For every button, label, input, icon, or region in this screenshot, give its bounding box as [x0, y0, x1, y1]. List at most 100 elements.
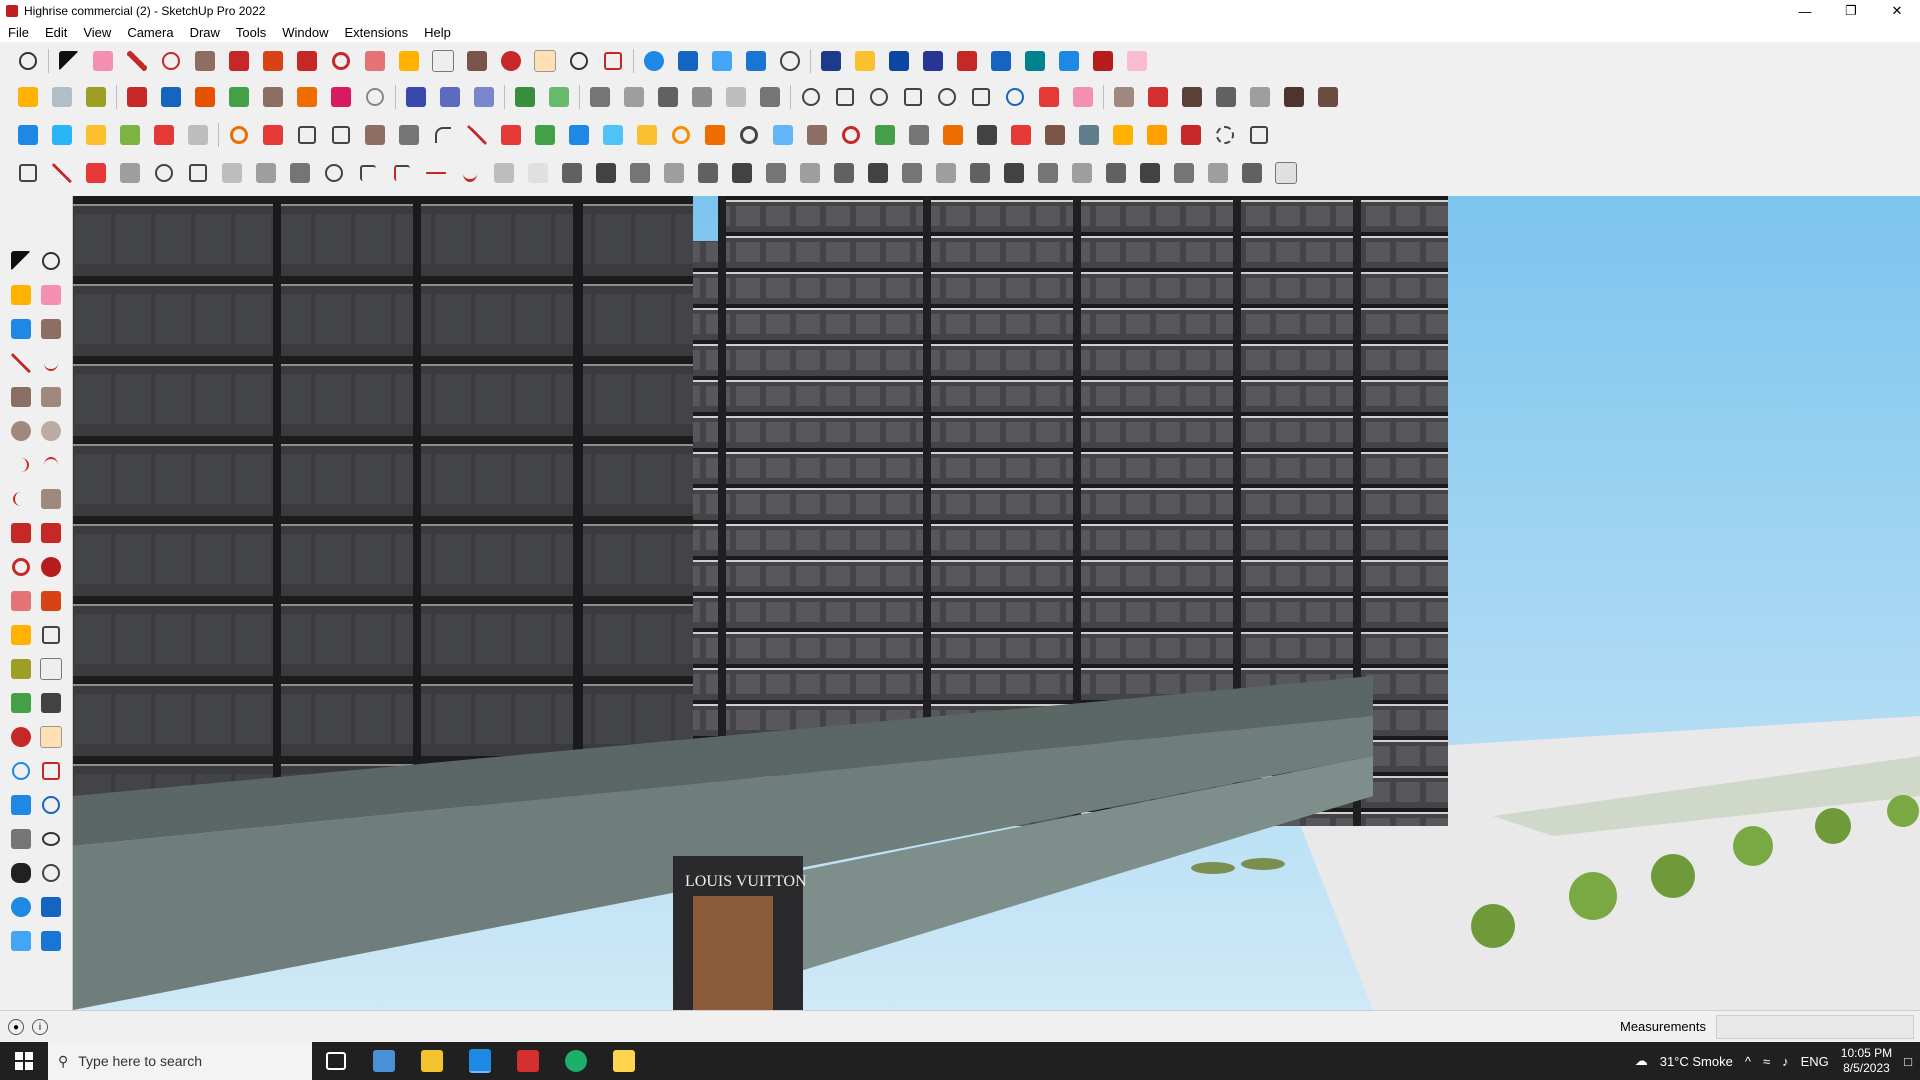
cross-red-icon[interactable]: [497, 121, 525, 149]
rectangle-icon[interactable]: [191, 47, 219, 75]
draw-22-icon[interactable]: [728, 159, 756, 187]
draw-33-icon[interactable]: [1102, 159, 1130, 187]
extension-7-icon[interactable]: [1021, 47, 1049, 75]
position-camera-icon[interactable]: [6, 822, 36, 856]
acrobat-icon[interactable]: [504, 1042, 552, 1080]
zoom-tool-icon[interactable]: [6, 754, 36, 788]
pipe-icon[interactable]: [395, 121, 423, 149]
protractor-tool-icon[interactable]: [6, 652, 36, 686]
file-explorer-icon[interactable]: [408, 1042, 456, 1080]
draw-20-icon[interactable]: [660, 159, 688, 187]
draw-9-icon[interactable]: [286, 159, 314, 187]
axes-tool-icon[interactable]: [6, 686, 36, 720]
menu-window[interactable]: Window: [274, 25, 336, 40]
fredo-scale-4-icon[interactable]: [225, 83, 253, 111]
draw-15-icon[interactable]: [490, 159, 518, 187]
sections-panel-icon[interactable]: [36, 924, 66, 958]
section-plane-2-icon[interactable]: [436, 83, 464, 111]
scale-icon[interactable]: [361, 47, 389, 75]
square-red-icon[interactable]: [259, 121, 287, 149]
look-around-icon[interactable]: [36, 822, 66, 856]
shape-tool-7-icon[interactable]: [1001, 83, 1029, 111]
draw-32-icon[interactable]: [1068, 159, 1096, 187]
material-1-icon[interactable]: [1110, 83, 1138, 111]
tool-e-icon[interactable]: [1007, 121, 1035, 149]
draw-11-icon[interactable]: [354, 159, 382, 187]
joint-push-pull-3-icon[interactable]: [82, 121, 110, 149]
tool-j-icon[interactable]: [1177, 121, 1205, 149]
polygon-tool-icon[interactable]: [36, 414, 66, 448]
extension-3-icon[interactable]: [885, 47, 913, 75]
extension-10-icon[interactable]: [1123, 47, 1151, 75]
material-5-icon[interactable]: [1246, 83, 1274, 111]
section-plane-tool-icon[interactable]: [36, 856, 66, 890]
minimize-icon[interactable]: —: [1782, 0, 1828, 22]
language-indicator[interactable]: ENG: [1801, 1054, 1829, 1069]
rotate-tool-icon[interactable]: [6, 550, 36, 584]
menu-camera[interactable]: Camera: [119, 25, 181, 40]
extension-2-icon[interactable]: [851, 47, 879, 75]
extension-5-icon[interactable]: [953, 47, 981, 75]
weather-text[interactable]: 31°C Smoke: [1660, 1054, 1733, 1069]
joint-push-pull-6-icon[interactable]: [184, 121, 212, 149]
extension-1-icon[interactable]: [817, 47, 845, 75]
calculator-icon[interactable]: [360, 1042, 408, 1080]
draw-26-icon[interactable]: [864, 159, 892, 187]
draw-31-icon[interactable]: [1034, 159, 1062, 187]
menu-file[interactable]: File: [0, 25, 37, 40]
tool-c-icon[interactable]: [939, 121, 967, 149]
material-3-icon[interactable]: [1178, 83, 1206, 111]
section-plane-3-icon[interactable]: [470, 83, 498, 111]
undo-red-icon[interactable]: [837, 121, 865, 149]
extension-4-icon[interactable]: [919, 47, 947, 75]
shape-tool-1-icon[interactable]: [797, 83, 825, 111]
draw-25-icon[interactable]: [830, 159, 858, 187]
shape-tool-8-icon[interactable]: [1035, 83, 1063, 111]
pencil-icon[interactable]: [123, 47, 151, 75]
pan-tool-icon[interactable]: [36, 720, 66, 754]
view-back-icon[interactable]: [722, 83, 750, 111]
rotated-rectangle-icon[interactable]: [36, 380, 66, 414]
make-component-icon[interactable]: [36, 244, 66, 278]
sections-icon[interactable]: [742, 47, 770, 75]
pie-tool-icon[interactable]: [36, 482, 66, 516]
draw-3-icon[interactable]: [82, 159, 110, 187]
network-icon[interactable]: ≈: [1763, 1054, 1770, 1069]
fredo-scale-5-icon[interactable]: [259, 83, 287, 111]
solid-subtract-icon[interactable]: [48, 83, 76, 111]
three-point-arc-icon[interactable]: [6, 482, 36, 516]
geo-location-icon[interactable]: ●: [8, 1019, 24, 1035]
edge-icon[interactable]: [552, 1042, 600, 1080]
draw-2-icon[interactable]: [48, 159, 76, 187]
menu-extensions[interactable]: Extensions: [337, 25, 417, 40]
terrain-2-icon[interactable]: [545, 83, 573, 111]
zoom-icon[interactable]: [14, 47, 42, 75]
section-plane-1-icon[interactable]: [402, 83, 430, 111]
spring-icon[interactable]: [701, 121, 729, 149]
tool-l-icon[interactable]: [1245, 121, 1273, 149]
restore-icon[interactable]: ❐: [1828, 0, 1874, 22]
eraser-icon[interactable]: [89, 47, 117, 75]
view-iso-icon[interactable]: [586, 83, 614, 111]
styles-panel-icon[interactable]: [36, 890, 66, 924]
tray-chevron-icon[interactable]: ^: [1745, 1054, 1751, 1069]
draw-21-icon[interactable]: [694, 159, 722, 187]
fredo-scale-2-icon[interactable]: [157, 83, 185, 111]
shape-tool-5-icon[interactable]: [933, 83, 961, 111]
draw-14-icon[interactable]: [456, 159, 484, 187]
shape-tool-3-icon[interactable]: [865, 83, 893, 111]
select-tool-icon[interactable]: [6, 244, 36, 278]
tool-g-icon[interactable]: [1075, 121, 1103, 149]
taskbar-search-box[interactable]: ⚲ Type here to search: [48, 1042, 312, 1080]
offset-tool-icon[interactable]: [36, 584, 66, 618]
walk-tool-icon[interactable]: [6, 856, 36, 890]
shape-tool-6-icon[interactable]: [967, 83, 995, 111]
paint-bucket-icon[interactable]: [463, 47, 491, 75]
draw-37-icon[interactable]: [1238, 159, 1266, 187]
loop-icon[interactable]: [735, 121, 763, 149]
draw-8-icon[interactable]: [252, 159, 280, 187]
text-icon[interactable]: [429, 47, 457, 75]
sample-paint-icon[interactable]: [36, 312, 66, 346]
line-tool-icon[interactable]: [6, 346, 36, 380]
sticky-notes-icon[interactable]: [600, 1042, 648, 1080]
